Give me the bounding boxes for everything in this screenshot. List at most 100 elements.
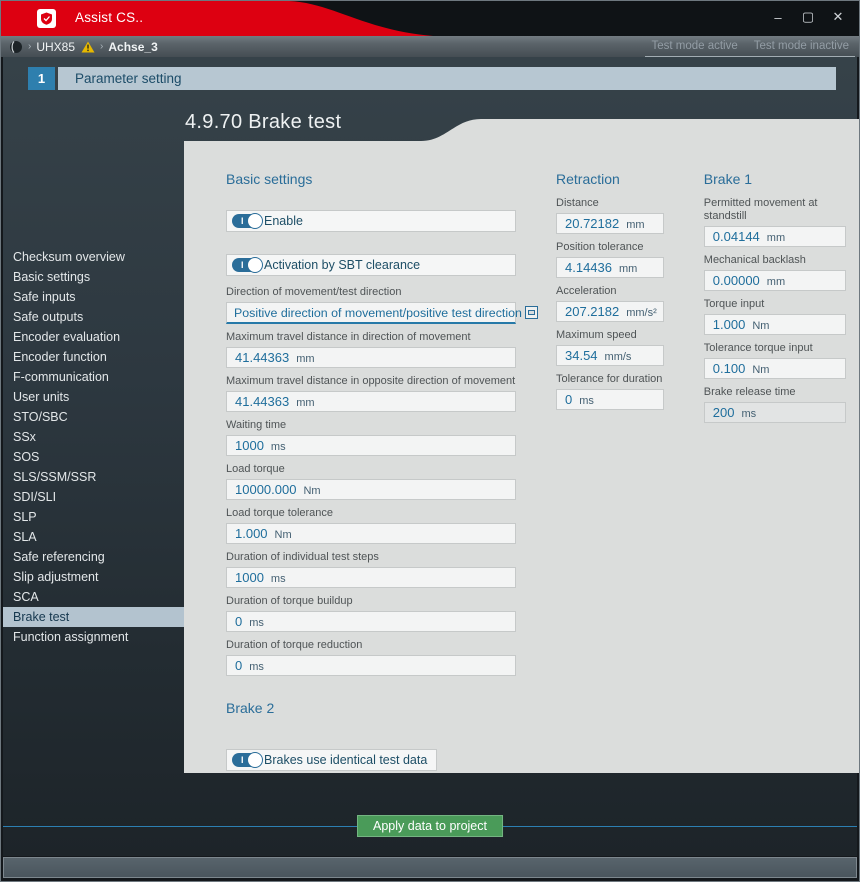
field-unit: ms: [249, 617, 264, 629]
sidebar-item-sla[interactable]: SLA: [3, 527, 184, 547]
field-label: Distance: [556, 197, 664, 210]
sidebar-item-encoder-evaluation[interactable]: Encoder evaluation: [3, 327, 184, 347]
field-label: Load torque: [226, 463, 516, 476]
field-group: Maximum travel distance in opposite dire…: [226, 375, 516, 412]
sidebar-item-sca[interactable]: SCA: [3, 587, 184, 607]
sidebar-item-sls-ssm-ssr[interactable]: SLS/SSM/SSR: [3, 467, 184, 487]
minimize-button[interactable]: –: [767, 7, 789, 27]
test-mode-inactive-tab[interactable]: Test mode inactive: [754, 40, 849, 52]
dropdown-value: Positive direction of movement/positive …: [234, 306, 522, 320]
sidebar-item-safe-outputs[interactable]: Safe outputs: [3, 307, 184, 327]
field-input[interactable]: 0.04144mm: [704, 226, 846, 247]
field-input[interactable]: 20.72182mm: [556, 213, 664, 234]
sidebar-item-sto-sbc[interactable]: STO/SBC: [3, 407, 184, 427]
identical-test-data-toggle[interactable]: I Brakes use identical test data: [226, 749, 437, 771]
field-label: Maximum travel distance in opposite dire…: [226, 375, 516, 388]
toggle-on-icon: I: [232, 258, 262, 272]
field-input[interactable]: 1.000Nm: [704, 314, 846, 335]
field-label: Tolerance for duration: [556, 373, 664, 386]
sidebar-item-user-units[interactable]: User units: [3, 387, 184, 407]
field-group: Position tolerance4.14436mm: [556, 241, 664, 278]
field-value: 207.2182: [565, 304, 619, 319]
field-unit: mm: [296, 397, 314, 409]
breadcrumb-separator: ›: [28, 41, 31, 52]
field-label: Direction of movement/test direction: [226, 286, 516, 299]
brake2-heading: Brake 2: [226, 700, 516, 716]
field-input[interactable]: 0 ms: [226, 611, 516, 632]
field-unit: ms: [741, 408, 756, 420]
field-input[interactable]: 1000ms: [226, 567, 516, 588]
content-panel: Basic settings I Enable I Activation by …: [184, 119, 859, 773]
apply-data-button[interactable]: Apply data to project: [357, 815, 503, 837]
field-label: Duration of torque reduction: [226, 639, 516, 652]
field-value: 41.44363: [235, 394, 289, 409]
breadcrumb-device[interactable]: UHX85: [36, 40, 75, 54]
field-input[interactable]: 1.000Nm: [226, 523, 516, 544]
sidebar-item-sdi-sli[interactable]: SDI/SLI: [3, 487, 184, 507]
sidebar-item-safe-inputs[interactable]: Safe inputs: [3, 287, 184, 307]
field-input[interactable]: 41.44363mm: [226, 347, 516, 368]
field-input[interactable]: 1000ms: [226, 435, 516, 456]
sidebar-item-function-assignment[interactable]: Function assignment: [3, 627, 184, 647]
toggle-on-icon: I: [232, 753, 262, 767]
field-value: 1000: [235, 438, 264, 453]
field-value: 0: [565, 392, 572, 407]
maximize-button[interactable]: ▢: [797, 7, 819, 27]
breadcrumb-axis[interactable]: Achse_3: [108, 40, 157, 54]
field-input[interactable]: 10000.000Nm: [226, 479, 516, 500]
field-input[interactable]: 200ms: [704, 402, 846, 423]
title-bar: Assist CS.. – ▢ ✕: [1, 1, 859, 36]
sidebar-item-encoder-function[interactable]: Encoder function: [3, 347, 184, 367]
sidebar-item-ssx[interactable]: SSx: [3, 427, 184, 447]
field-group: Acceleration207.2182mm/s²: [556, 285, 664, 322]
brake1-fields: Permitted movement at standstill0.04144m…: [704, 197, 846, 423]
field-value: 0.00000: [713, 273, 760, 288]
sidebar-item-checksum-overview[interactable]: Checksum overview: [3, 247, 184, 267]
step-number-badge: 1: [28, 67, 55, 90]
sidebar-item-slp[interactable]: SLP: [3, 507, 184, 527]
field-label: Waiting time: [226, 419, 516, 432]
field-group: Brake release time 200ms: [704, 386, 846, 423]
sidebar-item-sos[interactable]: SOS: [3, 447, 184, 467]
field-input[interactable]: 207.2182mm/s²: [556, 301, 664, 322]
field-group: Permitted movement at standstill0.04144m…: [704, 197, 846, 247]
app-title: Assist CS..: [75, 10, 143, 25]
sbt-clearance-toggle[interactable]: I Activation by SBT clearance: [226, 254, 516, 276]
field-group: Tolerance torque input0.100Nm: [704, 342, 846, 379]
field-value: 0: [235, 614, 242, 629]
field-value: 0.100: [713, 361, 746, 376]
sidebar-item-slip-adjustment[interactable]: Slip adjustment: [3, 567, 184, 587]
test-mode-switch: Test mode active Test mode inactive: [645, 36, 855, 57]
warning-icon: [81, 41, 95, 53]
field-group: Load torque tolerance1.000Nm: [226, 507, 516, 544]
basic-fields: Maximum travel distance in direction of …: [226, 331, 516, 676]
field-input[interactable]: 0ms: [556, 389, 664, 410]
sidebar-item-f-communication[interactable]: F-communication: [3, 367, 184, 387]
test-mode-active-tab[interactable]: Test mode active: [651, 40, 737, 52]
field-input[interactable]: 34.54mm/s: [556, 345, 664, 366]
field-input[interactable]: 0.100 Nm: [704, 358, 846, 379]
field-input[interactable]: 0.00000mm: [704, 270, 846, 291]
field-input[interactable]: 0ms: [226, 655, 516, 676]
field-input[interactable]: 41.44363 mm: [226, 391, 516, 412]
network-icon[interactable]: [9, 40, 23, 54]
close-button[interactable]: ✕: [827, 7, 849, 27]
field-label: Duration of torque buildup: [226, 595, 516, 608]
field-unit: Nm: [752, 364, 769, 376]
toggle-on-icon: I: [232, 214, 262, 228]
breadcrumb-separator: ›: [100, 41, 103, 52]
direction-dropdown[interactable]: Positive direction of movement/positive …: [226, 302, 516, 324]
retraction-column: Retraction Distance20.72182mmPosition to…: [556, 171, 664, 773]
toggle-label: Brakes use identical test data: [264, 753, 427, 767]
field-label: Brake release time: [704, 386, 846, 399]
sidebar-item-basic-settings[interactable]: Basic settings: [3, 267, 184, 287]
field-label: Duration of individual test steps: [226, 551, 516, 564]
enable-toggle[interactable]: I Enable: [226, 210, 516, 232]
field-input[interactable]: 4.14436mm: [556, 257, 664, 278]
panel-curve-decoration: [184, 119, 859, 141]
sidebar-item-safe-referencing[interactable]: Safe referencing: [3, 547, 184, 567]
step-title-bar[interactable]: Parameter setting: [58, 67, 836, 90]
brake1-column: Brake 1 Permitted movement at standstill…: [704, 171, 846, 773]
field-label: Mechanical backlash: [704, 254, 846, 267]
sidebar-item-brake-test[interactable]: Brake test: [3, 607, 184, 627]
